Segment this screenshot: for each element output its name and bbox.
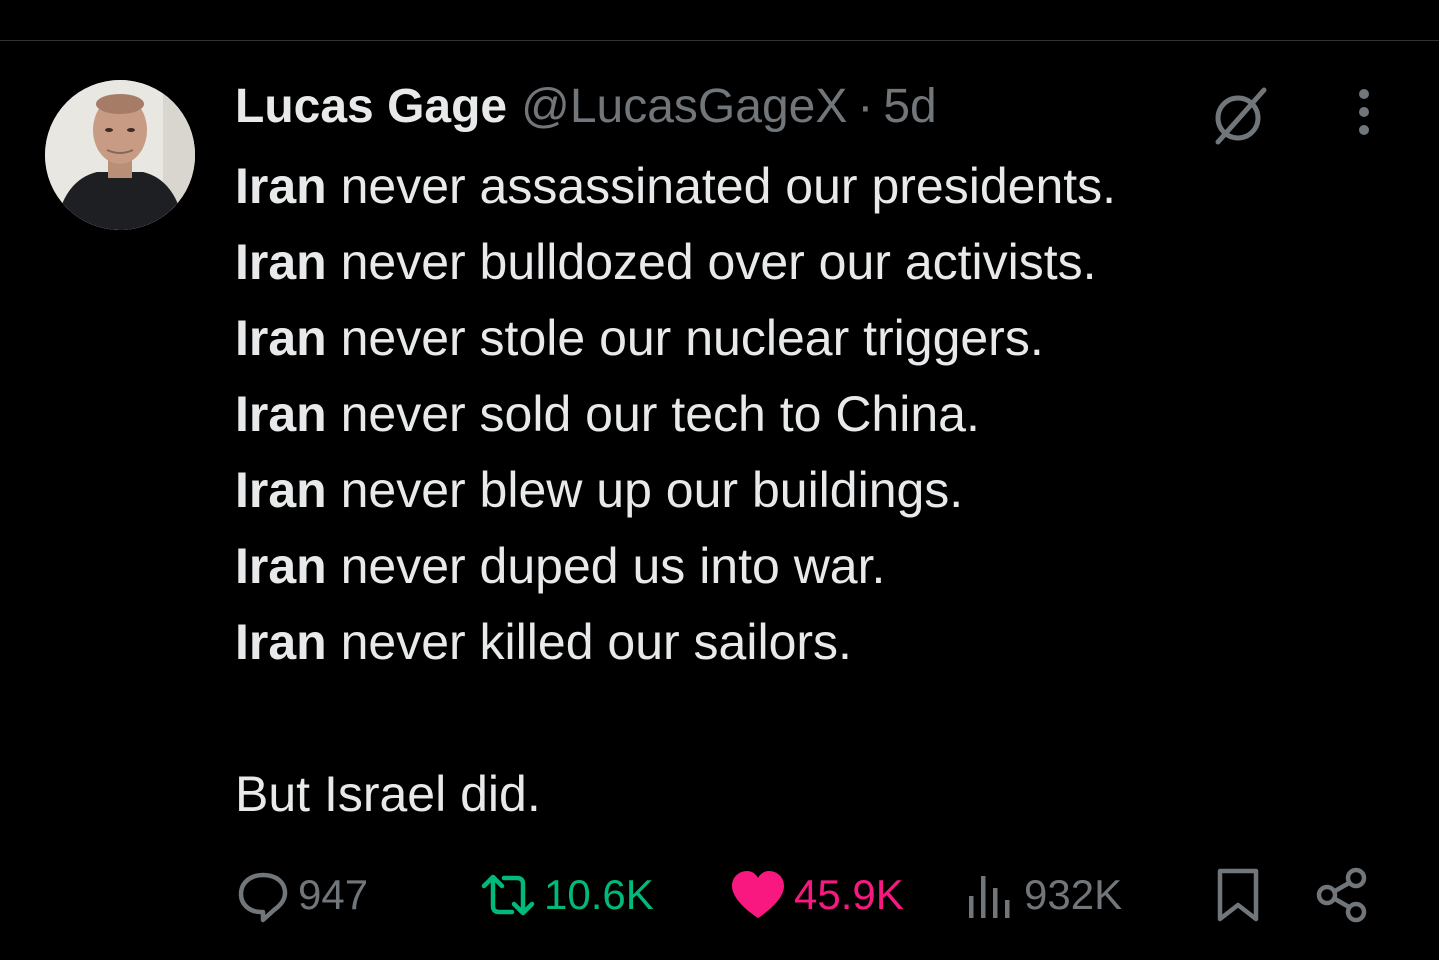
views-count: 932K: [1024, 871, 1123, 918]
bookmark-icon: [1217, 868, 1259, 922]
tweet-line: Iran never sold our tech to China.: [235, 376, 1365, 452]
tweet-line: Iran never blew up our buildings.: [235, 452, 1365, 528]
tweet-line-bold: Iran: [235, 234, 327, 290]
reply-button[interactable]: 947: [234, 860, 368, 930]
retweet-button[interactable]: 10.6K: [478, 860, 654, 930]
action-bar: 947 10.6K 45.9K 932K: [0, 860, 1439, 930]
tweet-line: Iran never duped us into war.: [235, 528, 1365, 604]
share-button[interactable]: [1312, 860, 1372, 930]
separator-dot: ·: [857, 79, 874, 133]
tweet-line-bold: Iran: [235, 386, 327, 442]
tweet-line-rest: never sold our tech to China.: [326, 386, 980, 442]
retweet-count: 10.6K: [544, 871, 654, 918]
top-divider: [0, 40, 1439, 41]
timestamp[interactable]: 5d: [883, 79, 936, 134]
tweet-line: Iran never stole our nuclear triggers.: [235, 300, 1365, 376]
tweet-line-bold: Iran: [235, 538, 327, 594]
tweet-line-bold: Iran: [235, 158, 327, 214]
tweet-line-bold: Iran: [235, 614, 327, 670]
tweet-closing-line: But Israel did.: [235, 766, 541, 822]
retweet-icon: [481, 874, 535, 916]
tweet-line-rest: never bulldozed over our activists.: [326, 234, 1097, 290]
tweet-line-bold: Iran: [235, 462, 327, 518]
views-icon: [969, 876, 1010, 918]
like-button[interactable]: 45.9K: [728, 860, 904, 930]
more-icon[interactable]: [1346, 84, 1382, 140]
tweet-text: Iran never assassinated our presidents. …: [235, 148, 1365, 832]
tweet-line: Iran never killed our sailors.: [235, 604, 1365, 680]
display-name[interactable]: Lucas Gage: [235, 79, 507, 134]
tweet-line: Iran never assassinated our presidents.: [235, 148, 1365, 224]
tweet-line-rest: never stole our nuclear triggers.: [326, 310, 1044, 366]
tweet-line-bold: Iran: [235, 310, 327, 366]
reply-count: 947: [298, 871, 369, 918]
like-icon: [732, 871, 784, 918]
tweet-line-rest: never killed our sailors.: [326, 614, 852, 670]
tweet-line-rest: never blew up our buildings.: [326, 462, 964, 518]
tweet-header: Lucas Gage @LucasGageX · 5d: [235, 74, 937, 138]
share-icon: [1316, 867, 1367, 923]
tweet-line-rest: never duped us into war.: [326, 538, 886, 594]
views-button[interactable]: 932K: [964, 860, 1122, 930]
grok-icon[interactable]: [1208, 84, 1272, 148]
bookmark-button[interactable]: [1214, 860, 1262, 930]
like-count: 45.9K: [794, 871, 904, 918]
handle[interactable]: @LucasGageX: [521, 79, 847, 134]
tweet-line: Iran never bulldozed over our activists.: [235, 224, 1365, 300]
avatar[interactable]: [45, 80, 195, 230]
tweet-line-rest: never assassinated our presidents.: [326, 158, 1117, 214]
reply-icon: [238, 872, 288, 923]
avatar-photo: [45, 80, 195, 230]
